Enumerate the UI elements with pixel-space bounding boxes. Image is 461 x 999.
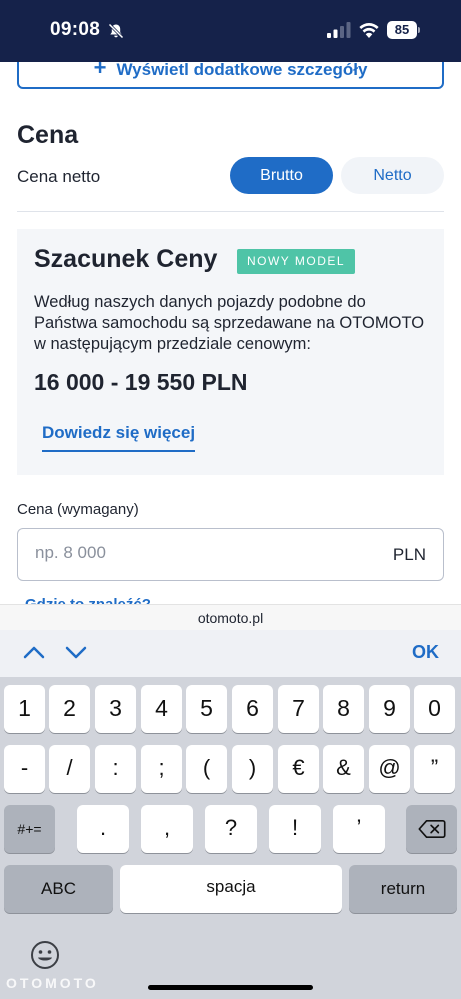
punctuation-key-label: , <box>163 815 171 840</box>
digit-key-label: 9 <box>383 695 396 721</box>
symbol-key[interactable]: ; <box>141 745 182 793</box>
symbol-key[interactable]: ( <box>186 745 227 793</box>
estimate-price-range: 16 000 - 19 550 PLN <box>34 369 248 395</box>
abc-label: ABC <box>41 879 76 898</box>
symbol-key-label: / <box>66 755 73 780</box>
status-bar: 09:08 85 <box>0 0 461 62</box>
digit-key-label: 2 <box>63 695 76 721</box>
punctuation-key[interactable]: ’ <box>333 805 385 853</box>
more-symbols-key[interactable]: #+= <box>4 805 55 853</box>
divider <box>17 211 444 212</box>
symbol-key-label: & <box>336 755 351 780</box>
emoji-icon[interactable] <box>30 940 60 970</box>
abc-key[interactable]: ABC <box>4 865 113 913</box>
punctuation-key-label: ! <box>291 815 299 840</box>
digit-key-label: 8 <box>337 695 350 721</box>
backspace-key[interactable] <box>406 805 457 853</box>
toggle-gross-button[interactable]: Brutto <box>230 157 333 194</box>
estimate-description: Według naszych danych pojazdy podobne do… <box>34 293 425 353</box>
browser-url-bar[interactable]: otomoto.pl <box>0 604 461 630</box>
chevron-down-icon[interactable] <box>64 642 88 662</box>
signal-icon <box>327 22 351 38</box>
digit-key[interactable]: 7 <box>278 685 319 733</box>
chevron-up-icon[interactable] <box>22 642 46 662</box>
digit-key[interactable]: 0 <box>414 685 455 733</box>
punctuation-key[interactable]: , <box>141 805 193 853</box>
punctuation-key[interactable]: ! <box>269 805 321 853</box>
price-estimate-card: Szacunek Ceny NOWY MODEL Według naszych … <box>17 229 444 475</box>
bell-off-icon <box>108 23 124 39</box>
symbol-key[interactable]: : <box>95 745 136 793</box>
estimate-title: Szacunek Ceny <box>34 245 218 273</box>
digit-key[interactable]: 4 <box>141 685 182 733</box>
symbol-key-label: ; <box>158 755 165 780</box>
digit-key[interactable]: 6 <box>232 685 273 733</box>
browser-url: otomoto.pl <box>197 610 264 626</box>
symbol-key-label: - <box>20 755 29 780</box>
symbol-key-label: € <box>292 755 305 780</box>
symbol-key[interactable]: ) <box>232 745 273 793</box>
digit-key[interactable]: 1 <box>4 685 45 733</box>
section-title: Cena <box>17 121 79 149</box>
punctuation-key-label: ? <box>224 815 238 840</box>
digit-key[interactable]: 8 <box>323 685 364 733</box>
show-details-label: Wyświetl dodatkowe szczegóły <box>116 60 368 79</box>
net-price-label: Cena netto <box>17 167 101 186</box>
symbol-key-label: ( <box>202 755 211 780</box>
digit-key-label: 7 <box>292 695 305 721</box>
symbol-key[interactable]: / <box>49 745 90 793</box>
keyboard: 1 2 3 4 5 6 7 8 9 0 - /:; () € & @ ” .,?! ’ <box>0 677 461 999</box>
digit-key[interactable]: 2 <box>49 685 90 733</box>
price-field-label: Cena (wymagany) <box>17 501 139 518</box>
battery-level: 85 <box>387 21 417 39</box>
symbol-key-label: ” <box>430 755 439 780</box>
symbol-key[interactable]: - <box>4 745 45 793</box>
done-button[interactable]: OK <box>412 642 439 663</box>
space-key[interactable]: spacja <box>120 865 342 913</box>
price-input[interactable] <box>35 543 375 563</box>
status-time: 09:08 <box>50 19 101 40</box>
punctuation-key[interactable]: ? <box>205 805 257 853</box>
more-symbols-label: #+= <box>17 821 42 837</box>
symbol-key[interactable]: € <box>278 745 319 793</box>
home-indicator <box>148 985 313 990</box>
symbol-key[interactable]: & <box>323 745 364 793</box>
punctuation-key[interactable]: . <box>77 805 129 853</box>
otomoto-watermark: OTOMOTO <box>6 975 99 991</box>
digit-key-label: 6 <box>246 695 259 721</box>
digit-key-label: 4 <box>155 695 168 721</box>
digit-key-label: 1 <box>18 695 31 721</box>
battery-icon: 85 <box>387 21 420 39</box>
return-label: return <box>380 879 426 898</box>
new-model-badge: NOWY MODEL <box>237 249 355 274</box>
digit-key[interactable]: 5 <box>186 685 227 733</box>
symbol-key-label: @ <box>378 755 401 780</box>
price-field[interactable]: PLN <box>17 528 444 581</box>
digit-key-label: 0 <box>428 695 441 721</box>
return-key[interactable]: return <box>349 865 457 913</box>
symbol-key-label: ) <box>248 755 257 780</box>
toggle-net-button[interactable]: Netto <box>341 157 444 194</box>
symbol-key[interactable]: ” <box>414 745 455 793</box>
digit-key-label: 5 <box>200 695 213 721</box>
symbol-key-label: : <box>112 755 119 780</box>
symbol-key[interactable]: @ <box>369 745 410 793</box>
wifi-icon <box>359 23 379 38</box>
digit-key-label: 3 <box>109 695 122 721</box>
keyboard-accessory-bar: OK <box>0 630 461 677</box>
space-label: spacja <box>206 877 256 896</box>
backspace-icon <box>417 820 446 838</box>
price-currency: PLN <box>392 545 426 564</box>
digit-key[interactable]: 9 <box>369 685 410 733</box>
learn-more-link[interactable]: Dowiedz się więcej <box>42 423 196 452</box>
punctuation-key-label: ’ <box>356 815 362 840</box>
digit-key[interactable]: 3 <box>95 685 136 733</box>
punctuation-key-label: . <box>99 815 107 840</box>
